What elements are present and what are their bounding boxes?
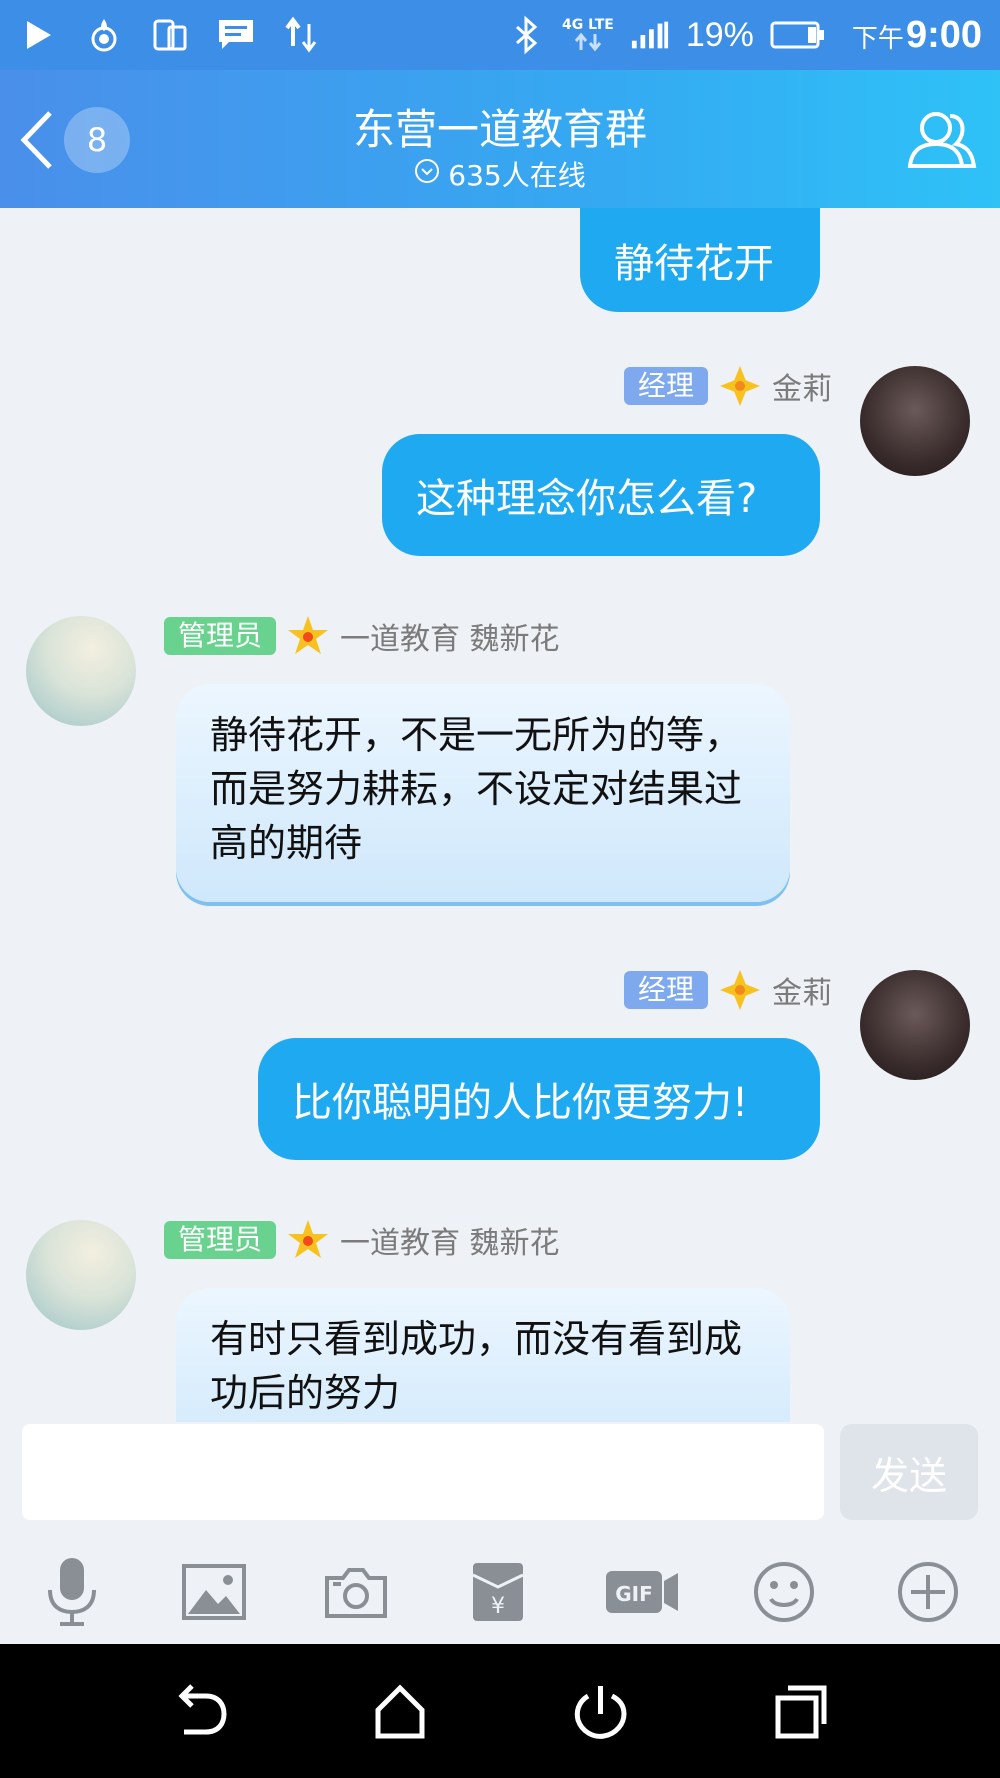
sender-name: 金莉	[772, 976, 832, 1011]
more-button[interactable]	[892, 1556, 964, 1628]
microphone-icon	[48, 1558, 96, 1626]
signal-icon	[630, 15, 670, 55]
network-indicator: 4G LTE	[562, 18, 614, 52]
star-icon	[288, 616, 329, 654]
message-bubble[interactable]: 这种理念你怎么看?	[382, 434, 820, 556]
recents-icon	[775, 1685, 827, 1739]
image-button[interactable]	[178, 1556, 250, 1628]
gif-icon: GIF	[606, 1571, 678, 1613]
hotspot-icon	[84, 15, 124, 55]
sender-info: 经理 金莉	[623, 364, 832, 408]
battery-icon	[770, 15, 826, 55]
data-transfer-icon	[282, 15, 322, 55]
sender-name: 一道教育 魏新花	[340, 622, 560, 657]
chat-messages[interactable]: 静待花开 经理 金莉 这种理念你怎么看? 管理员 一道教育 魏新花 静待花开，不…	[0, 208, 1000, 1422]
message-bubble[interactable]: 比你聪明的人比你更努力!	[258, 1038, 820, 1160]
nav-home-button[interactable]	[370, 1682, 430, 1742]
bluetooth-icon	[506, 15, 546, 55]
group-title: 东营一道教育群	[352, 105, 647, 154]
battery-percent: 19%	[685, 15, 754, 54]
avatar[interactable]	[26, 616, 136, 726]
message-bubble[interactable]: 静待花开	[580, 208, 820, 312]
online-count: 635人在线	[448, 159, 586, 192]
phone-mirror-icon	[150, 15, 190, 55]
chevron-down-circle-icon	[414, 158, 440, 191]
avatar[interactable]	[26, 1220, 136, 1330]
nav-back-button[interactable]	[170, 1682, 230, 1742]
play-icon	[18, 15, 58, 55]
red-packet-button[interactable]: ¥	[462, 1556, 534, 1628]
message-bubble[interactable]: 有时只看到成功，而没有看到成功后的努力	[176, 1288, 790, 1422]
sender-name: 金莉	[772, 372, 832, 407]
back-arrow-icon	[178, 1684, 227, 1735]
star-icon	[288, 1220, 329, 1258]
role-badge: 管理员	[164, 617, 277, 655]
svg-text:GIF: GIF	[615, 1582, 653, 1606]
camera-button[interactable]	[320, 1556, 392, 1628]
image-icon	[182, 1564, 246, 1620]
role-badge: 经理	[623, 367, 708, 405]
power-icon	[574, 1686, 627, 1739]
message-input-bar: 发送	[0, 1422, 1000, 1522]
online-status[interactable]: 635人在线	[0, 154, 1000, 194]
role-badge: 管理员	[164, 1221, 277, 1259]
star-icon	[720, 366, 760, 406]
sender-info: 经理 金莉	[623, 968, 832, 1012]
emoji-button[interactable]	[748, 1556, 820, 1628]
clock: 下午 9:00	[851, 13, 982, 56]
camera-icon	[325, 1568, 387, 1618]
sender-name: 一道教育 魏新花	[340, 1226, 560, 1261]
avatar[interactable]	[860, 970, 970, 1080]
group-members-button[interactable]	[906, 104, 978, 176]
star-icon	[720, 970, 760, 1010]
chat-header: 8 东营一道教育群 635人在线	[0, 70, 1000, 208]
nav-recents-button[interactable]	[770, 1682, 830, 1742]
status-bar: 4G LTE 19% 下午 9:00	[0, 0, 1000, 70]
send-button[interactable]: 发送	[840, 1424, 978, 1520]
red-packet-icon: ¥	[472, 1563, 524, 1621]
home-icon	[375, 1684, 425, 1739]
emoji-icon	[754, 1562, 814, 1622]
system-nav-bar	[0, 1644, 1000, 1778]
avatar[interactable]	[860, 366, 970, 476]
message-input[interactable]	[22, 1424, 824, 1520]
message-bubble[interactable]: 静待花开，不是一无所为的等，而是努力耕耘，不设定对结果过高的期待	[176, 684, 790, 902]
sender-info: 管理员 一道教育 魏新花	[164, 1218, 560, 1262]
message-icon	[216, 15, 256, 55]
group-members-icon	[906, 112, 978, 180]
sender-info: 管理员 一道教育 魏新花	[164, 614, 560, 658]
role-badge: 经理	[623, 971, 708, 1009]
gif-button[interactable]: GIF	[604, 1556, 680, 1628]
plus-icon	[898, 1562, 958, 1622]
voice-button[interactable]	[36, 1556, 108, 1628]
input-toolbar: ¥ GIF	[0, 1540, 1000, 1644]
svg-text:¥: ¥	[491, 1594, 505, 1619]
nav-power-button[interactable]	[570, 1682, 630, 1742]
